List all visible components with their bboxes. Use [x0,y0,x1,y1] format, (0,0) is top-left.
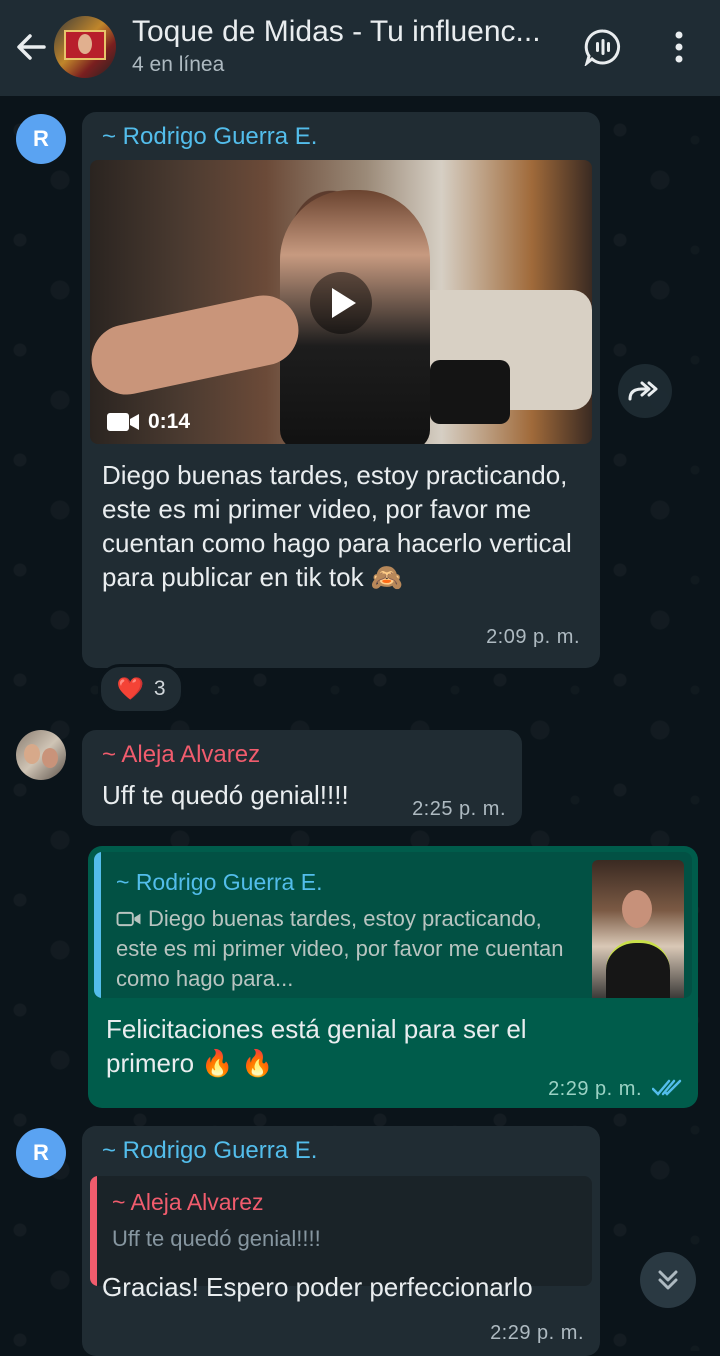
quoted-sender: ~ Aleja Alvarez [112,1189,264,1215]
message-sender[interactable]: ~ Aleja Alvarez [102,740,260,770]
chat-title: Toque de Midas - Tu influenc... [132,15,541,48]
message-bubble-video[interactable]: ~ Rodrigo Guerra E. 0:14 Diego buenas ta… [82,112,600,668]
group-avatar-face [78,34,92,54]
quoted-video-thumbnail [592,860,684,998]
video-scene-arm [90,288,305,402]
message-bubble-reply[interactable]: ~ Rodrigo Guerra E. ~ Aleja Alvarez Uff … [82,1126,600,1356]
voice-chat-button[interactable] [584,28,622,68]
forward-icon [628,381,658,401]
double-check-icon [652,1079,682,1096]
message-text: Uff te quedó genial!!!! [102,780,349,810]
arrow-left-icon [17,34,46,60]
message-sender[interactable]: ~ Rodrigo Guerra E. [102,1136,317,1166]
message-bubble-text[interactable]: ~ Aleja Alvarez Uff te quedó genial!!!! … [82,730,522,826]
more-vertical-icon [675,31,683,63]
message-sender[interactable]: ~ Rodrigo Guerra E. [102,122,317,152]
chat-header: Toque de Midas - Tu influenc... 4 en lín… [0,0,720,96]
sender-avatar[interactable]: R [16,1128,66,1178]
quoted-thumb-face [622,890,652,928]
quoted-text: Diego buenas tardes, estoy practicando, … [116,906,564,991]
message-time: 2:29 p. m. [490,1322,584,1344]
message-text: Gracias! Espero poder perfeccionarlo [102,1272,533,1302]
sender-avatar-photo[interactable] [16,730,66,780]
quoted-thumb-body [606,940,670,998]
reaction-badge[interactable]: ❤️ 3 [98,664,184,714]
forward-button[interactable] [618,364,672,418]
message-text: Felicitaciones está genial para ser el p… [106,1014,527,1078]
message-text: Diego buenas tardes, estoy practicando, … [102,460,572,592]
video-duration-label: 0:14 [148,410,191,433]
sender-avatar[interactable]: R [16,114,66,164]
group-avatar[interactable] [54,16,116,78]
play-button[interactable] [310,272,372,334]
video-duration: 0:14 [106,410,190,434]
voice-chat-icon [584,29,621,68]
play-icon [332,288,356,318]
video-scene-bag [430,360,510,424]
avatar-face-2 [42,748,58,768]
quoted-text: Uff te quedó genial!!!! [112,1226,321,1251]
chat-title-area[interactable]: Toque de Midas - Tu influenc... 4 en lín… [132,14,572,77]
back-button[interactable] [14,30,48,64]
message-bubble-outgoing[interactable]: ~ Rodrigo Guerra E. Diego buenas tardes,… [88,846,698,1108]
quote-bar [94,852,101,998]
message-time: 2:09 p. m. [486,626,580,648]
quote-bar [90,1176,97,1286]
quoted-message[interactable]: ~ Rodrigo Guerra E. Diego buenas tardes,… [94,852,692,998]
online-count: 4 en línea [132,53,225,76]
video-thumbnail[interactable]: 0:14 [90,160,592,444]
reaction-count: 3 [153,677,166,700]
chevron-double-down-icon [658,1270,678,1290]
video-camera-icon [107,413,139,431]
message-time: 2:25 p. m. [412,798,506,820]
reaction-emoji: ❤️ [116,676,144,701]
avatar-face-1 [24,744,40,764]
message-time: 2:29 p. m. [548,1078,642,1100]
scroll-to-bottom-button[interactable] [640,1252,696,1308]
quoted-sender: ~ Rodrigo Guerra E. [116,869,323,895]
more-options-button[interactable] [668,28,690,66]
